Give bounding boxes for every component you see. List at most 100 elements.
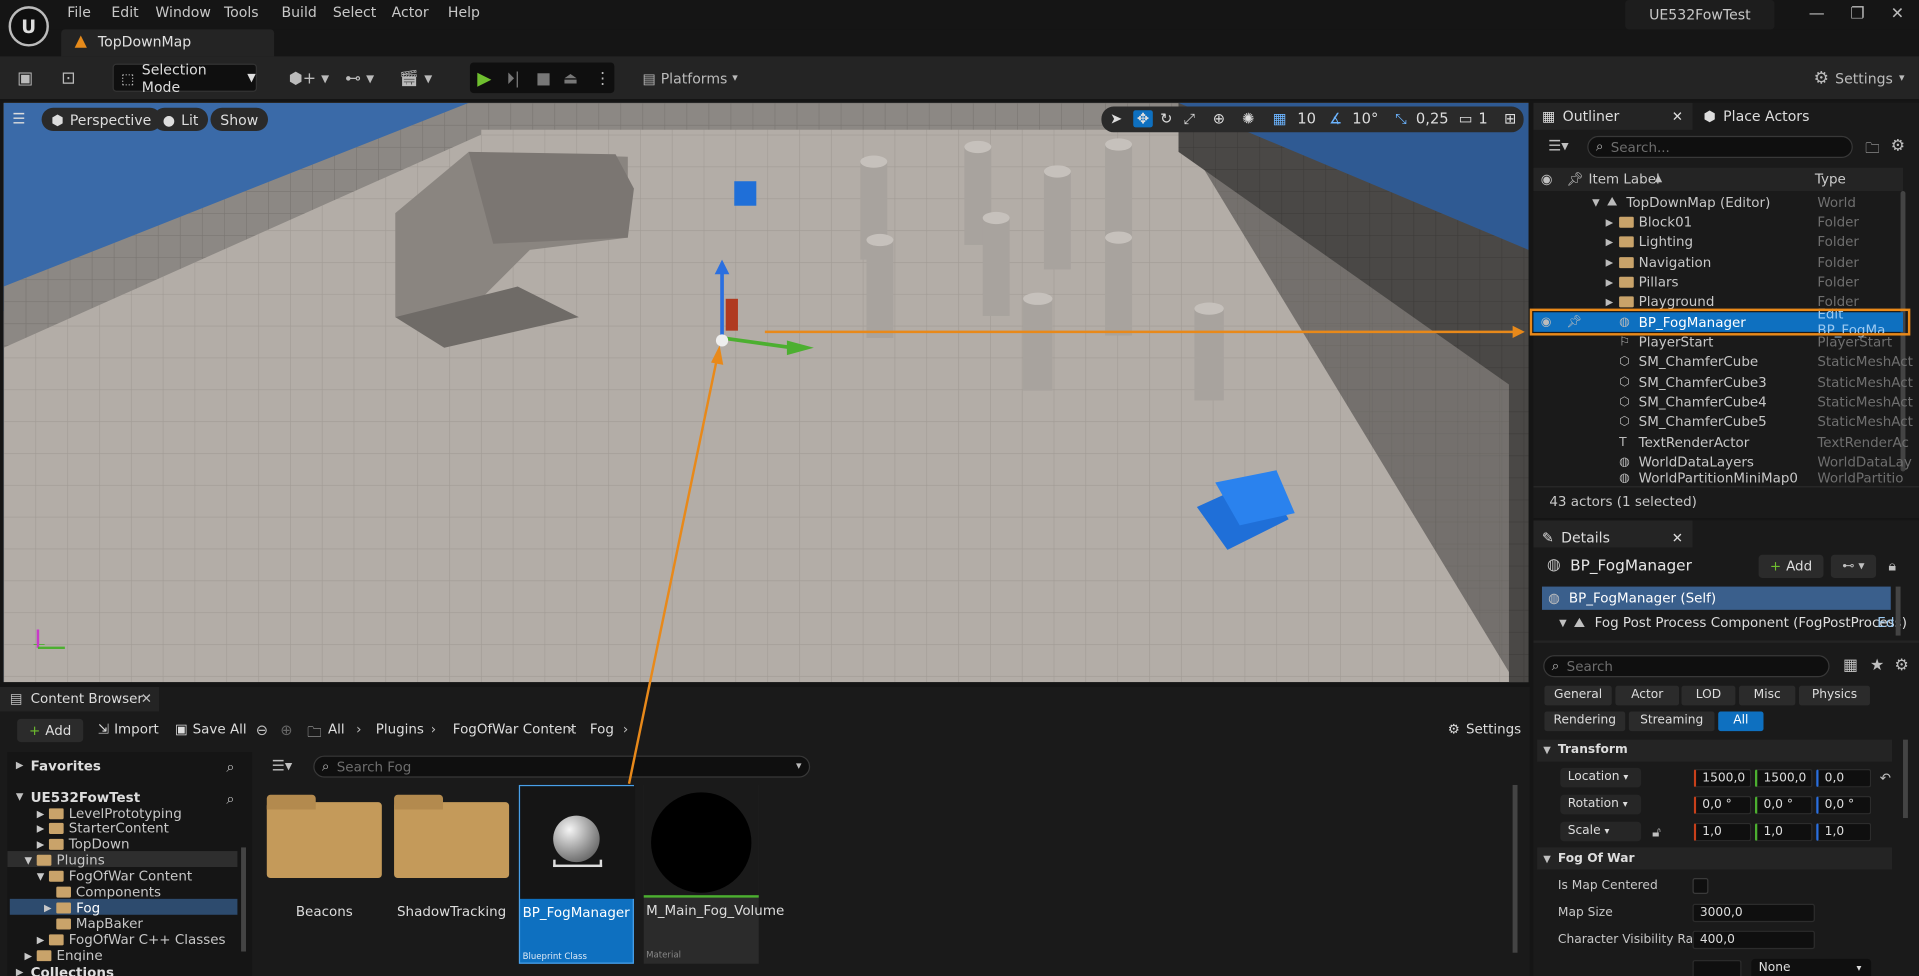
content-add-button[interactable]: + Add	[17, 718, 84, 743]
outliner-row[interactable]: ⚐ PlayerStart PlayerStart	[1533, 332, 1903, 352]
minimize-icon[interactable]: —	[1809, 5, 1825, 23]
location-z-field[interactable]: 0,0	[1816, 769, 1872, 788]
selection-mode-dropdown[interactable]: ⬚ Selection Mode ▼	[112, 61, 257, 95]
search-icon[interactable]: ⌕	[226, 758, 234, 776]
outliner-row-folder[interactable]: ▶ Pillars Folder	[1533, 272, 1903, 292]
maximize-icon[interactable]: ❐	[1850, 5, 1864, 23]
tab-content-browser[interactable]: Content Browser	[31, 691, 143, 707]
filter-misc[interactable]: Misc	[1739, 685, 1796, 706]
content-settings-button[interactable]: ⚙ Settings	[1448, 721, 1521, 737]
location-x-field[interactable]: 1500,0	[1693, 769, 1752, 788]
menu-actor[interactable]: Actor	[392, 4, 429, 21]
tree-item-selected[interactable]: ▶ Fog	[44, 900, 100, 916]
back-icon[interactable]: ⊖	[256, 721, 268, 738]
scale-snap-value[interactable]: 0,25	[1416, 110, 1449, 127]
cinematics-icon[interactable]: 🎬︎ ▾	[399, 65, 432, 92]
type-column[interactable]: Type	[1815, 171, 1846, 187]
content-search-input[interactable]: ⌕ Search Fog ▾	[313, 755, 811, 778]
project-root[interactable]: UE532FowTest	[31, 790, 141, 806]
scale-lock-icon[interactable]: 🔓︎	[1652, 824, 1661, 841]
location-y-field[interactable]: 1500,0	[1754, 769, 1813, 788]
search-icon[interactable]: ⌕	[226, 790, 234, 808]
menu-tools[interactable]: Tools	[224, 4, 259, 21]
assets-scrollbar[interactable]	[1512, 784, 1518, 953]
collapse-arrow-icon[interactable]: ▶	[1606, 296, 1614, 307]
world-space-icon[interactable]: ⊕	[1213, 110, 1225, 127]
favorites-header[interactable]: Favorites	[31, 758, 101, 774]
stop-icon[interactable]: ■	[536, 65, 551, 92]
outliner-row[interactable]: ◍ WorldPartitionMiniMap0 WorldPartition	[1533, 471, 1903, 484]
table-view-icon[interactable]: ▦	[1843, 656, 1858, 674]
rotation-snap-icon[interactable]: ∡	[1329, 110, 1342, 127]
save-all-button[interactable]: ▣ Save All	[175, 721, 247, 737]
blueprint-options-dropdown[interactable]: ⊷ ▾	[1830, 554, 1877, 579]
surface-snap-icon[interactable]: ✺	[1242, 110, 1254, 127]
outliner-row[interactable]: ◍ WorldDataLayers WorldDataLay	[1533, 452, 1912, 472]
filter-general[interactable]: General	[1544, 685, 1612, 706]
close-outliner-icon[interactable]: ✕	[1672, 103, 1683, 130]
viewport-menu-icon[interactable]: ☰	[12, 110, 25, 127]
reset-location-icon[interactable]: ↶	[1880, 770, 1891, 786]
is-map-centered-checkbox[interactable]	[1692, 878, 1709, 894]
filter-lod[interactable]: LOD	[1681, 685, 1736, 706]
breadcrumb-fogofwar-content[interactable]: FogOfWar Content	[453, 721, 576, 737]
details-settings-icon[interactable]: ⚙	[1894, 656, 1908, 674]
level-viewport[interactable]: —	[3, 102, 1529, 683]
tree-item[interactable]: ▶ Engine	[24, 948, 103, 962]
collapse-arrow-icon[interactable]: ▶	[1606, 257, 1614, 268]
rotate-tool-icon[interactable]: ↻	[1160, 110, 1172, 127]
browse-level-icon[interactable]: ⊡	[61, 65, 75, 92]
outliner-row[interactable]: T TextRenderActor TextRenderAc	[1533, 432, 1909, 452]
rotation-y-field[interactable]: 0,0 °	[1754, 795, 1813, 815]
edit-component-link[interactable]: Ed	[1877, 615, 1894, 631]
asset-bp-fogmanager-selected[interactable]: BP_FogManager Blueprint Class	[518, 784, 636, 964]
filter-icon[interactable]: ☰▾	[272, 757, 293, 774]
details-scrollbar[interactable]	[1903, 739, 1908, 819]
menu-build[interactable]: Build	[281, 4, 316, 21]
scale-y-field[interactable]: 1,0	[1754, 822, 1813, 842]
settings-button[interactable]: ⚙ Settings ▾	[1814, 65, 1905, 92]
component-fog-post-process[interactable]: Fog Post Process Component (FogPostProce…	[1595, 615, 1907, 631]
menu-help[interactable]: Help	[448, 4, 480, 21]
menu-file[interactable]: File	[67, 4, 91, 21]
new-folder-icon[interactable]: 🗀︎	[1865, 137, 1880, 163]
scale-tool-icon[interactable]: ⤢	[1183, 110, 1195, 128]
collapse-arrow-icon[interactable]: ▼	[1543, 854, 1551, 865]
tree-item[interactable]: MapBaker	[56, 916, 143, 932]
camera-speed-icon[interactable]: ▭	[1459, 110, 1473, 127]
close-content-browser-icon[interactable]: ✕	[141, 691, 152, 707]
extra-field[interactable]	[1692, 960, 1742, 976]
save-icon[interactable]: ▣	[17, 65, 33, 92]
blueprint-menu-icon[interactable]: ⊷ ▾	[345, 65, 374, 92]
expand-arrow-icon[interactable]: ▼	[16, 791, 24, 802]
show-button[interactable]: Show	[210, 107, 269, 132]
collections-header[interactable]: Collections	[31, 965, 114, 976]
add-component-button[interactable]: + Add	[1758, 554, 1824, 579]
filter-rendering[interactable]: Rendering	[1544, 711, 1626, 732]
tree-item[interactable]: ▼ Plugins	[24, 852, 104, 868]
none-dropdown[interactable]: None ▾	[1751, 958, 1872, 976]
map-size-field[interactable]: 3000,0	[1692, 903, 1815, 923]
collapse-arrow-icon[interactable]: ▶	[1606, 276, 1614, 287]
scale-z-field[interactable]: 1,0	[1816, 822, 1872, 842]
outliner-row-folder[interactable]: ▶ Lighting Folder	[1533, 231, 1903, 251]
outliner-row[interactable]: ⬡ SM_ChamferCube4 StaticMeshAct	[1533, 392, 1913, 412]
expand-arrow-icon[interactable]: ▼	[1592, 197, 1600, 208]
outliner-search-input[interactable]: ⌕ Search...	[1587, 135, 1853, 158]
filter-icon[interactable]: ☰▾	[1548, 137, 1569, 154]
platforms-button[interactable]: ▤ Platforms ▾	[642, 65, 737, 92]
tab-details[interactable]: ✎ Details	[1542, 524, 1610, 551]
outliner-row-folder[interactable]: ▶ Navigation Folder	[1533, 252, 1903, 272]
outliner-row[interactable]: ⬡ SM_ChamferCube5 StaticMeshAct	[1533, 411, 1913, 431]
menu-select[interactable]: Select	[333, 4, 376, 21]
select-tool-icon[interactable]: ➤	[1110, 110, 1122, 127]
tree-scrollbar[interactable]	[241, 847, 246, 952]
tree-item[interactable]: ▶ FogOfWar C++ Classes	[37, 932, 226, 948]
forward-icon[interactable]: ⊕	[280, 721, 292, 738]
play-icon[interactable]: ▶	[477, 65, 491, 92]
filter-all[interactable]: All	[1718, 711, 1764, 732]
close-details-icon[interactable]: ✕	[1672, 524, 1683, 551]
scale-snap-icon[interactable]: ⤡	[1395, 110, 1407, 128]
import-button[interactable]: ⇲ Import	[98, 721, 159, 737]
close-window-icon[interactable]: ✕	[1891, 5, 1904, 23]
